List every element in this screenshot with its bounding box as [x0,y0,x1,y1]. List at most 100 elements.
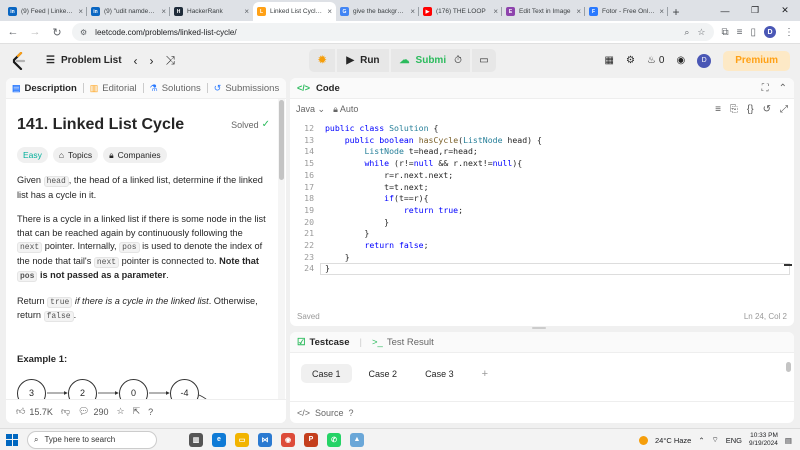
taskbar-search[interactable]: ⌕ Type here to search [27,430,157,449]
code-line[interactable]: 13 public boolean hasCycle(ListNode head… [290,135,790,147]
run-button[interactable]: ▶ Run [337,49,389,72]
new-tab-icon[interactable]: + [668,2,684,21]
tab-test-result[interactable]: >_ Test Result [372,337,434,348]
format-icon[interactable]: ≡ [715,104,721,115]
side-panel-icon[interactable]: ▯ [750,27,756,38]
share-icon[interactable]: ⇱ [133,406,141,417]
close-tab-icon[interactable]: × [161,7,166,16]
close-tab-icon[interactable]: × [327,7,332,16]
help-icon[interactable]: ? [349,408,354,418]
settings-gear-icon[interactable]: ⚙ [626,55,635,66]
tray-chevron-icon[interactable]: ⌃ [698,436,704,445]
add-case-icon[interactable]: + [471,364,499,383]
next-problem-icon[interactable]: › [150,54,154,68]
media-icon[interactable]: ≡ [737,27,743,38]
collapse-panel-icon[interactable]: ⌃ [779,83,787,94]
browser-tab[interactable]: ▶ (176) THE LOOP × [419,2,502,21]
url-field[interactable]: ⚙ leetcode.com/problems/linked-list-cycl… [72,23,714,41]
leetcode-logo-icon[interactable] [10,51,28,70]
fullscreen-icon[interactable]: ⤢ [780,104,788,115]
extensions-icon[interactable]: ⧉ [722,27,729,38]
clock[interactable]: 10:33 PM 9/19/2024 [749,432,778,448]
browser-tab[interactable]: F Fotor - Free Online × [585,2,668,21]
timer-icon[interactable]: ⏱ [446,49,470,72]
back-icon[interactable]: ← [6,26,20,38]
chrome-icon[interactable]: ◉ [281,432,295,447]
windows-start-icon[interactable] [6,433,18,446]
close-tab-icon[interactable]: × [410,7,415,16]
code-line[interactable]: 23 } [290,252,790,264]
browser-tab[interactable]: L Linked List Cycle - LeetCode× [253,2,336,21]
code-line[interactable]: 19 return true; [290,205,790,217]
user-avatar[interactable]: D [697,53,712,68]
browser-menu-icon[interactable]: ⋮ [784,27,794,38]
code-line[interactable]: 16 r=r.next.next; [290,170,790,182]
edge-icon[interactable]: e [212,432,226,447]
tab-submissions[interactable]: ↺ Submissions [214,83,279,94]
zoom-icon[interactable]: ⌕ [684,27,689,38]
tab-testcase[interactable]: ☑ Testcase [297,337,350,348]
problem-list-button[interactable]: ☰ Problem List [46,55,122,66]
case-tab-1[interactable]: Case 1 [301,364,352,383]
problem-title[interactable]: 141. Linked List Cycle [17,116,267,134]
code-line[interactable]: 21 } [290,228,790,240]
incognito-icon[interactable]: ◉ [676,55,685,66]
braces-icon[interactable]: {} [747,104,754,115]
photos-icon[interactable]: ▲ [350,432,364,447]
url-text[interactable]: leetcode.com/problems/linked-list-cycle/ [95,28,676,37]
shuffle-icon[interactable]: ⤨ [166,53,176,68]
close-tab-icon[interactable]: × [244,7,249,16]
browser-tab[interactable]: in (9) Feed | LinkedIn × [4,2,87,21]
site-info-icon[interactable]: ⚙ [80,28,87,37]
file-explorer-icon[interactable]: ▭ [235,432,249,447]
language-indicator[interactable]: ENG [726,436,742,445]
bookmark-star-icon[interactable]: ☆ [697,27,705,38]
notification-icon[interactable]: ▤ [785,436,792,445]
browser-profile-avatar[interactable]: D [764,26,776,38]
tab-solutions[interactable]: ⚗ Solutions [150,83,201,94]
dislike-icon[interactable]: 👎︎ [61,406,70,417]
network-icon[interactable]: ⌔ [712,435,719,445]
forward-icon[interactable]: → [28,26,42,38]
code-line[interactable]: 14 ListNode t=head,r=head; [290,146,790,158]
close-tab-icon[interactable]: × [659,7,664,16]
code-line[interactable]: 12 public class Solution { [290,123,790,135]
bookmark-icon[interactable]: ⎘ [730,104,738,115]
maximize-icon[interactable]: ❐ [740,0,770,21]
source-label[interactable]: Source [315,408,344,418]
topics-chip[interactable]: ⌂ Topics [52,147,99,163]
maximize-panel-icon[interactable]: ⛶ [762,83,769,94]
help-icon[interactable]: ? [148,407,153,417]
companies-chip[interactable]: 🔒︎ Companies [103,147,167,163]
layout-icon[interactable]: ▦ [605,55,614,66]
code-line[interactable]: 15 while (r!=null && r.next!=null){ [290,158,790,170]
code-line[interactable]: 20 } [290,217,790,229]
testcase-scrollbar[interactable] [786,362,791,372]
panel-resize-handle[interactable] [532,327,546,329]
like-button[interactable]: 👍︎ 15.7K [16,406,53,417]
code-editor[interactable]: 12 public class Solution {13 public boole… [290,120,794,306]
auto-mode[interactable]: 🔒︎ Auto [333,104,358,115]
prev-problem-icon[interactable]: ‹ [134,54,138,68]
tab-editorial[interactable]: ▥ Editorial [90,83,137,94]
reload-icon[interactable]: ↻ [50,26,64,39]
minimize-icon[interactable]: — [710,0,740,21]
tab-description[interactable]: ▤ Description [12,83,77,94]
premium-button[interactable]: Premium [723,50,790,71]
task-view-icon[interactable]: ▥ [189,432,203,447]
close-tab-icon[interactable]: × [78,7,83,16]
reset-icon[interactable]: ↺ [763,104,771,115]
language-select[interactable]: Java ⌄ [296,104,325,115]
vscode-icon[interactable]: ⋈ [258,432,272,447]
weather-text[interactable]: 24°C Haze [655,436,691,445]
browser-tab[interactable]: E Edit Text in Image × [502,2,585,21]
close-tab-icon[interactable]: × [493,7,498,16]
browser-tab[interactable]: in (9) "udit namdev" | LinkedIn× [87,2,170,21]
close-icon[interactable]: ✕ [770,0,800,21]
case-tab-2[interactable]: Case 2 [358,364,409,383]
case-tab-3[interactable]: Case 3 [414,364,465,383]
whatsapp-icon[interactable]: ✆ [327,432,341,447]
close-tab-icon[interactable]: × [576,7,581,16]
powerpoint-icon[interactable]: P [304,432,318,447]
code-line[interactable]: 17 t=t.next; [290,182,790,194]
